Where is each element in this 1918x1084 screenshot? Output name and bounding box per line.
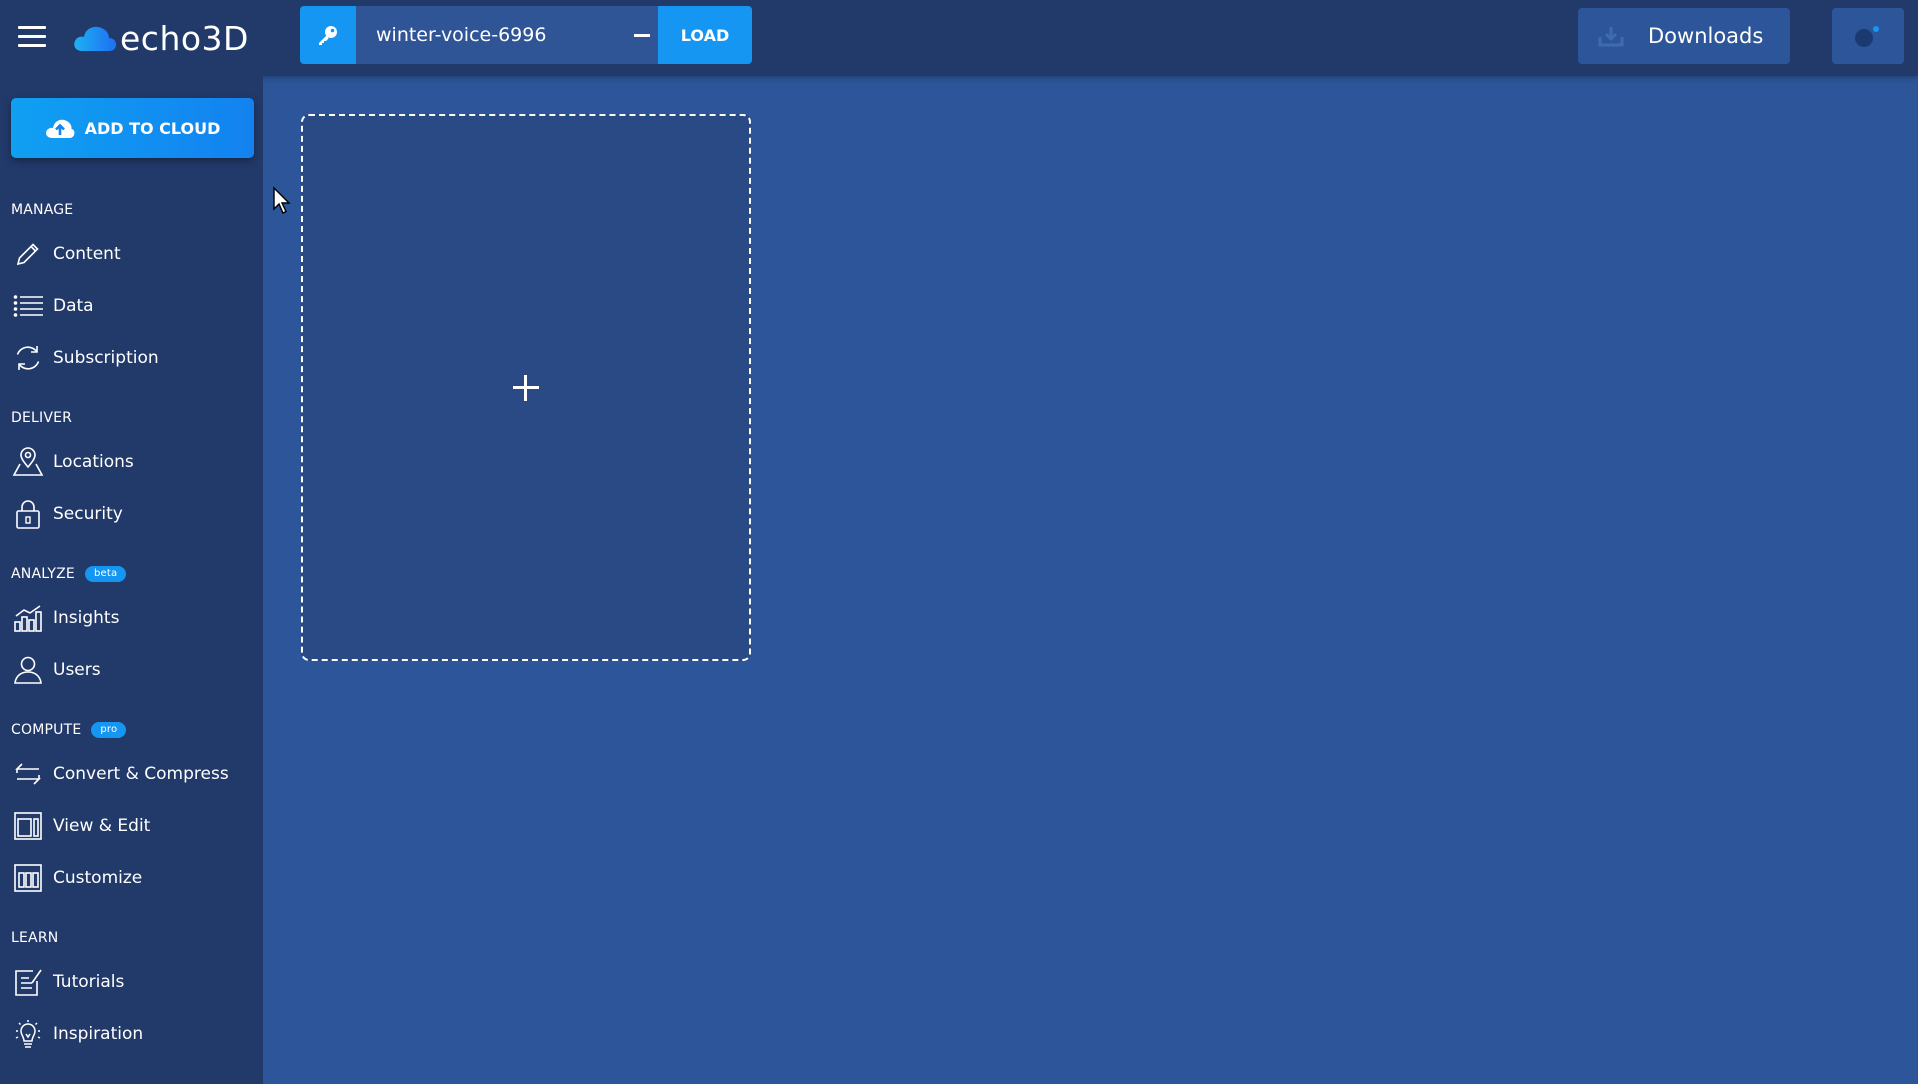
sidebar-item-inspiration[interactable]: Inspiration: [0, 1012, 263, 1056]
downloads-label: Downloads: [1648, 24, 1764, 48]
lightbulb-icon: [12, 1018, 44, 1050]
pencil-icon: [12, 238, 44, 270]
convert-icon: [12, 758, 44, 790]
sidebar-item-label: Subscription: [53, 348, 159, 368]
pro-badge: pro: [91, 722, 127, 738]
refresh-icon: [12, 342, 44, 374]
sidebar-item-label: Locations: [53, 452, 134, 472]
section-manage: MANAGE: [11, 202, 73, 218]
cloud-upload-icon: [45, 119, 75, 138]
user-icon: [12, 654, 44, 686]
sidebar-item-data[interactable]: Data: [0, 284, 263, 328]
section-deliver: DELIVER: [11, 410, 72, 426]
sidebar-item-label: Data: [53, 296, 94, 316]
section-analyze: ANALYZE beta: [11, 566, 127, 582]
location-icon: [12, 446, 44, 478]
mouse-cursor-icon: [273, 186, 291, 214]
sidebar-item-users[interactable]: Users: [0, 648, 263, 692]
sidebar-item-tutorials[interactable]: Tutorials: [0, 960, 263, 1004]
section-learn: LEARN: [11, 930, 58, 946]
minus-icon: [634, 33, 650, 37]
sidebar-item-label: Customize: [53, 868, 143, 888]
beta-badge: beta: [84, 566, 127, 582]
bar-chart-icon: [12, 602, 44, 634]
add-content-dropzone[interactable]: [301, 114, 751, 661]
sidebar-item-label: View & Edit: [53, 816, 151, 836]
load-button[interactable]: LOAD: [658, 6, 752, 64]
avatar-icon: [1855, 26, 1879, 47]
section-deliver-label: DELIVER: [11, 410, 73, 426]
view-edit-icon: [12, 810, 44, 842]
section-compute-label: COMPUTE: [11, 722, 82, 738]
sidebar-item-view-edit[interactable]: View & Edit: [0, 804, 263, 848]
section-learn-label: LEARN: [11, 930, 59, 946]
sidebar-item-security[interactable]: Security: [0, 492, 263, 536]
sidebar-item-label: Tutorials: [53, 972, 125, 992]
api-key-box: winter-voice-6996 LOAD: [300, 6, 752, 64]
top-bar: echo3D winter-voice-6996 LOAD Downloads: [0, 0, 1918, 76]
sidebar-item-label: Content: [53, 244, 121, 264]
sidebar-item-label: Convert & Compress: [53, 764, 229, 784]
downloads-button[interactable]: Downloads: [1578, 8, 1790, 64]
download-icon: [1598, 27, 1624, 47]
sidebar-item-subscription[interactable]: Subscription: [0, 336, 263, 380]
sidebar-item-content[interactable]: Content: [0, 232, 263, 276]
sidebar: ADD TO CLOUD MANAGE Content Data Subscri…: [0, 76, 263, 1084]
logo-text: echo3D: [120, 18, 249, 58]
customize-icon: [12, 862, 44, 894]
list-icon: [12, 290, 44, 322]
sidebar-item-customize[interactable]: Customize: [0, 856, 263, 900]
key-icon: [300, 6, 356, 64]
avatar-button[interactable]: [1832, 8, 1904, 64]
section-analyze-label: ANALYZE: [11, 566, 75, 582]
section-manage-label: MANAGE: [11, 202, 74, 218]
sidebar-item-label: Inspiration: [53, 1024, 144, 1044]
lock-icon: [12, 498, 44, 530]
add-to-cloud-label: ADD TO CLOUD: [84, 118, 221, 138]
section-compute: COMPUTE pro: [11, 722, 127, 738]
logo[interactable]: echo3D: [72, 16, 249, 60]
api-key-value[interactable]: winter-voice-6996: [376, 6, 546, 64]
tutorials-icon: [12, 966, 44, 998]
sidebar-item-insights[interactable]: Insights: [0, 596, 263, 640]
sidebar-item-label: Users: [53, 660, 101, 680]
add-to-cloud-button[interactable]: ADD TO CLOUD: [11, 98, 254, 158]
sidebar-item-label: Security: [53, 504, 123, 524]
plus-icon: [513, 374, 539, 401]
sidebar-item-locations[interactable]: Locations: [0, 440, 263, 484]
cloud-logo-icon: [74, 26, 117, 51]
sidebar-item-label: Insights: [53, 608, 120, 628]
sidebar-item-convert-compress[interactable]: Convert & Compress: [0, 752, 263, 796]
menu-icon[interactable]: [18, 26, 46, 50]
